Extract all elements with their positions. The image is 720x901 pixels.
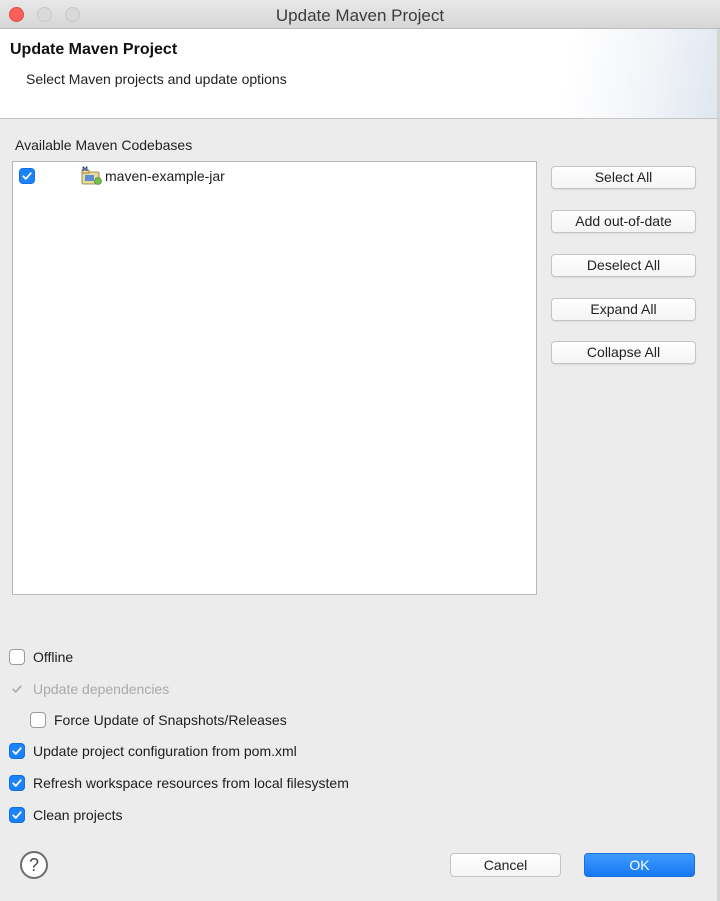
update-dependencies-option: Update dependencies — [9, 681, 169, 697]
window-title: Update Maven Project — [275, 6, 445, 25]
dialog-header: Update Maven Project Select Maven projec… — [0, 29, 720, 119]
help-icon[interactable]: ? — [20, 851, 48, 879]
project-label: maven-example-jar — [105, 168, 225, 184]
force-update-option[interactable]: Force Update of Snapshots/Releases — [30, 712, 287, 728]
svg-text:M: M — [82, 166, 88, 173]
codebases-list[interactable]: M maven-example-jar — [12, 161, 537, 595]
dialog-title: Update Maven Project — [10, 41, 178, 58]
refresh-workspace-option[interactable]: Refresh workspace resources from local f… — [9, 775, 349, 791]
clean-projects-checkbox[interactable] — [9, 807, 25, 823]
update-dependencies-label: Update dependencies — [33, 681, 170, 697]
expand-all-button[interactable]: Expand All — [551, 298, 696, 321]
checkmark-icon — [12, 747, 22, 755]
select-all-button[interactable]: Select All — [551, 166, 696, 189]
checkmark-icon — [22, 172, 32, 180]
maven-project-icon: M — [81, 166, 103, 186]
refresh-workspace-label: Refresh workspace resources from local f… — [33, 775, 349, 791]
offline-option[interactable]: Offline — [9, 649, 73, 665]
clean-projects-label: Clean projects — [33, 807, 123, 823]
codebases-label: Available Maven Codebases — [15, 137, 193, 153]
project-checkbox[interactable] — [19, 168, 35, 184]
title-bar: Update Maven Project — [0, 0, 720, 29]
offline-label: Offline — [33, 649, 74, 665]
deselect-all-button[interactable]: Deselect All — [551, 254, 696, 277]
checkmark-icon — [12, 811, 22, 819]
update-dependencies-checkbox — [9, 681, 25, 697]
refresh-workspace-checkbox[interactable] — [9, 775, 25, 791]
ok-button[interactable]: OK — [584, 853, 695, 877]
update-config-checkbox[interactable] — [9, 743, 25, 759]
collapse-all-button[interactable]: Collapse All — [551, 341, 696, 364]
add-out-of-date-button[interactable]: Add out-of-date — [551, 210, 696, 233]
cancel-button[interactable]: Cancel — [450, 853, 561, 877]
list-item[interactable]: M maven-example-jar — [19, 166, 225, 186]
force-update-label: Force Update of Snapshots/Releases — [54, 712, 287, 728]
update-config-label: Update project configuration from pom.xm… — [33, 743, 297, 759]
clean-projects-option[interactable]: Clean projects — [9, 807, 123, 823]
force-update-checkbox[interactable] — [30, 712, 46, 728]
dialog-subtitle: Select Maven projects and update options — [26, 71, 287, 87]
update-config-option[interactable]: Update project configuration from pom.xm… — [9, 743, 297, 759]
checkmark-icon — [12, 779, 22, 787]
offline-checkbox[interactable] — [9, 649, 25, 665]
checkmark-icon — [12, 685, 22, 693]
